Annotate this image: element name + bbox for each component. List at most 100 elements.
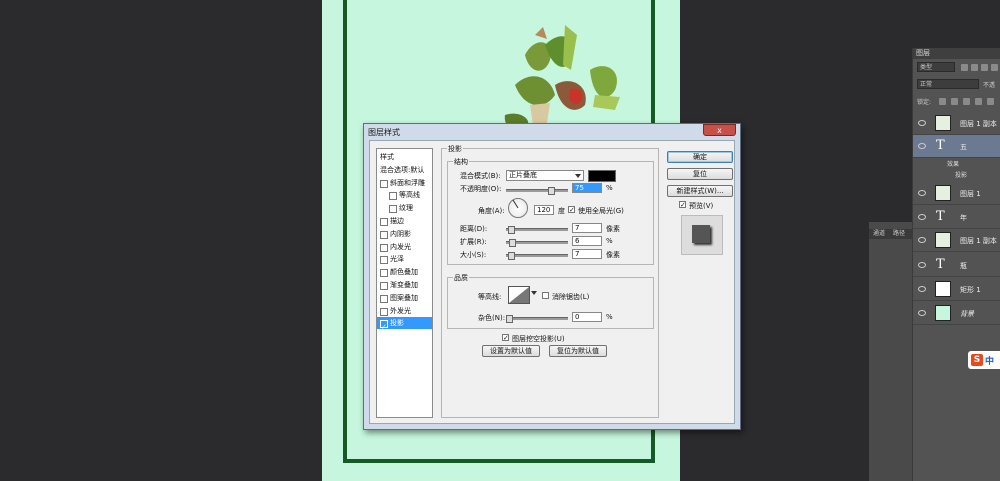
style-list-item[interactable]: 渐变叠加 xyxy=(377,279,432,291)
make-default-button[interactable]: 设置为默认值 xyxy=(482,345,540,357)
distance-slider[interactable] xyxy=(506,226,568,234)
layer-row[interactable]: 背景 xyxy=(913,302,1000,325)
shape-filter-icon[interactable] xyxy=(991,64,998,71)
tab-layers[interactable]: 图层 xyxy=(913,48,1000,59)
reset-to-default-button[interactable]: 复位为默认值 xyxy=(549,345,607,357)
layer-row[interactable]: T五 xyxy=(913,135,1000,158)
size-slider-knob[interactable] xyxy=(508,252,515,260)
eye-icon[interactable] xyxy=(918,190,926,196)
size-input[interactable]: 7 xyxy=(572,249,602,259)
style-item-label: 等高线 xyxy=(399,191,420,200)
layer-effect-item[interactable]: 投影 xyxy=(913,170,1000,180)
style-item-label: 图案叠加 xyxy=(390,293,418,302)
style-list-item[interactable]: 颜色叠加 xyxy=(377,266,432,278)
angle-input[interactable]: 120 xyxy=(534,205,554,215)
eye-icon[interactable] xyxy=(918,120,926,126)
layer-thumbnail xyxy=(935,232,951,248)
opacity-slider-knob[interactable] xyxy=(548,187,555,195)
style-item-label: 混合选项:默认 xyxy=(380,165,425,174)
style-checkbox[interactable] xyxy=(389,205,397,214)
distance-slider-knob[interactable] xyxy=(508,226,515,234)
style-list-item[interactable]: 内阴影 xyxy=(377,228,432,240)
style-list-item[interactable]: 斜面和浮雕 xyxy=(377,177,432,189)
distance-input[interactable]: 7 xyxy=(572,223,602,233)
layer-effects-row[interactable]: 效果 xyxy=(913,159,1000,169)
style-list-item[interactable]: 纹理 xyxy=(377,202,432,214)
noise-slider[interactable] xyxy=(506,315,568,323)
lock-all-icon[interactable] xyxy=(987,98,994,105)
layer-row[interactable]: 矩形 1 xyxy=(913,278,1000,301)
layer-row[interactable]: 图层 1 副本 xyxy=(913,229,1000,252)
spread-slider[interactable] xyxy=(506,239,568,247)
style-list-item[interactable]: 图案叠加 xyxy=(377,292,432,304)
lock-position-icon[interactable] xyxy=(963,98,970,105)
style-list-item[interactable]: ✓ 投影 xyxy=(377,317,432,331)
eye-icon[interactable] xyxy=(918,143,926,149)
style-list-item[interactable]: 样式 xyxy=(377,151,432,163)
preview-checkbox[interactable]: ✓ xyxy=(679,201,686,209)
style-checkbox[interactable] xyxy=(380,230,388,239)
style-item-label: 渐变叠加 xyxy=(390,281,418,289)
style-checkbox[interactable] xyxy=(380,243,388,252)
kind-filter-select[interactable]: 类型 xyxy=(917,62,955,72)
noise-input[interactable]: 0 xyxy=(572,312,602,322)
layer-row[interactable]: 图层 1 副本 xyxy=(913,112,1000,135)
style-list-item[interactable]: 描边 xyxy=(377,215,432,227)
opacity-slider[interactable] xyxy=(506,187,568,195)
pixel-filter-icon[interactable] xyxy=(961,64,968,71)
eye-icon[interactable] xyxy=(918,262,926,268)
eye-icon[interactable] xyxy=(918,237,926,243)
style-list-item[interactable]: 光泽 xyxy=(377,253,432,265)
style-item-label: 描边 xyxy=(390,217,404,225)
ime-indicator[interactable]: S 中 xyxy=(968,351,1000,369)
ok-button[interactable]: 确定 xyxy=(667,151,733,163)
style-checkbox[interactable] xyxy=(380,307,388,316)
eye-icon[interactable] xyxy=(918,310,926,316)
style-checkbox[interactable] xyxy=(380,282,388,290)
antialias-checkbox[interactable] xyxy=(542,292,549,299)
tab-paths[interactable]: 路径 xyxy=(893,229,905,239)
style-checkbox[interactable]: ✓ xyxy=(380,320,388,331)
lock-image-icon[interactable] xyxy=(951,98,958,105)
global-light-checkbox[interactable]: ✓ xyxy=(568,206,575,214)
blend-mode-select[interactable]: 正常 xyxy=(917,79,979,89)
blend-mode-dropdown[interactable]: 正片叠底 xyxy=(506,170,584,181)
noise-unit: % xyxy=(606,313,613,321)
style-checkbox[interactable] xyxy=(380,294,388,303)
style-item-label: 内发光 xyxy=(390,242,411,251)
style-checkbox[interactable] xyxy=(380,218,388,226)
style-list-item[interactable]: 等高线 xyxy=(377,189,432,201)
new-style-button[interactable]: 新建样式(W)... xyxy=(667,185,733,197)
reset-button[interactable]: 复位 xyxy=(667,168,733,180)
style-list-item[interactable]: 内发光 xyxy=(377,241,432,253)
style-checkbox[interactable] xyxy=(380,179,388,188)
shadow-color-swatch[interactable] xyxy=(588,170,616,182)
style-list-item[interactable]: 混合选项:默认 xyxy=(377,164,432,176)
knockout-checkbox[interactable]: ✓ xyxy=(502,334,509,342)
quality-group: 品质 等高线: 消除锯齿(L) 杂色(N): 0 % xyxy=(447,273,654,329)
style-checkbox[interactable] xyxy=(380,256,388,265)
opacity-label: 不透明度(O): xyxy=(460,185,502,193)
size-slider[interactable] xyxy=(506,252,568,260)
spread-slider-knob[interactable] xyxy=(509,239,516,247)
tab-channels[interactable]: 通道 xyxy=(873,229,885,239)
contour-dropdown-arrow-icon[interactable] xyxy=(531,291,537,295)
adjust-filter-icon[interactable] xyxy=(971,64,978,71)
layer-row[interactable]: 图层 1 xyxy=(913,182,1000,205)
noise-slider-knob[interactable] xyxy=(506,315,513,323)
opacity-input[interactable]: 75 xyxy=(572,183,602,193)
layer-row[interactable]: T年 xyxy=(913,206,1000,229)
lock-artboard-icon[interactable] xyxy=(975,98,982,105)
style-checkbox[interactable] xyxy=(389,192,397,201)
layer-row[interactable]: T瓶 xyxy=(913,254,1000,277)
text-filter-icon[interactable] xyxy=(981,64,988,71)
close-button[interactable]: x xyxy=(703,124,736,136)
style-checkbox[interactable] xyxy=(380,269,388,278)
contour-picker[interactable] xyxy=(508,286,530,304)
eye-icon[interactable] xyxy=(918,286,926,292)
angle-dial[interactable] xyxy=(508,198,528,218)
lock-transparent-icon[interactable] xyxy=(939,98,946,105)
spread-input[interactable]: 6 xyxy=(572,236,602,246)
style-list-item[interactable]: 外发光 xyxy=(377,305,432,317)
eye-icon[interactable] xyxy=(918,214,926,220)
